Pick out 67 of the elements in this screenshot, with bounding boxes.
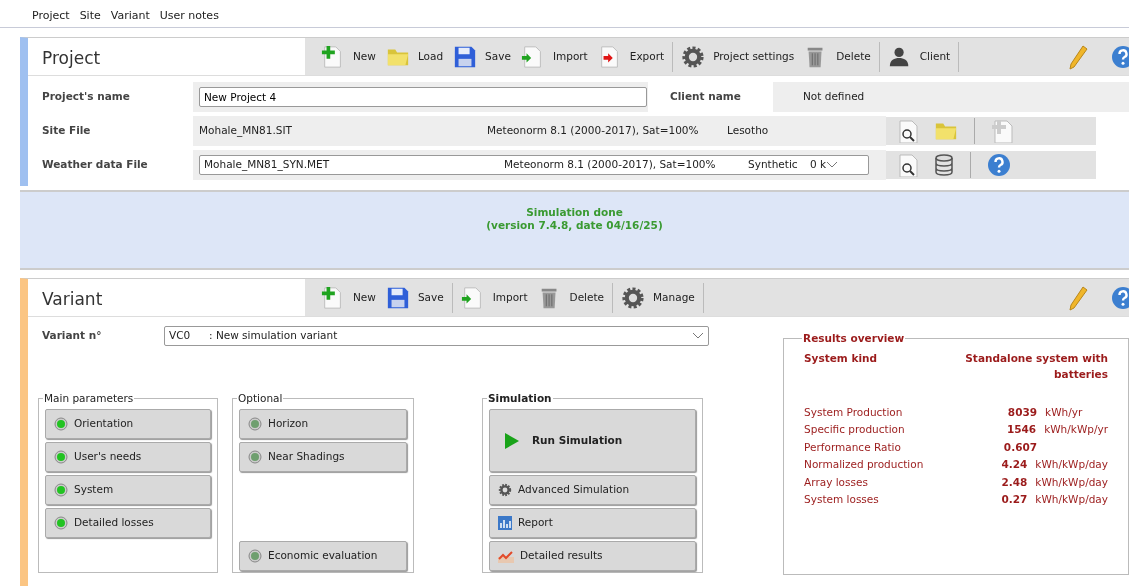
toolbar-button[interactable]: Import [460,285,528,310]
panel-title: Project [41,47,102,70]
result-unit: kWh/kWp/day [1035,474,1108,490]
toolbar-button[interactable]: Load [385,44,444,69]
result-unit: kWh/kWp/yr [1044,422,1108,437]
field-label: Project's name [41,89,131,105]
menu-item[interactable]: Project [32,8,70,27]
variant-dropdown[interactable]: VC0 : New simulation variant [164,326,709,346]
toolbar-button[interactable]: Project settings [681,44,795,69]
result-label: Specific production [804,423,905,435]
toolbar-button[interactable]: Save [385,285,444,310]
parameter-button[interactable]: System [45,475,211,505]
toolbar-button[interactable]: Delete [537,285,605,310]
group-title: Simulation [487,391,553,405]
toolbar-button[interactable]: New [321,285,376,310]
toolbar-button[interactable]: Manage [621,285,695,310]
run-simulation-button[interactable]: Run Simulation [489,409,696,472]
parameter-button[interactable]: Economic evaluation [239,541,407,571]
status-message: (version 7.4.8, date 04/16/25) [485,219,664,232]
simulation-button[interactable]: Detailed results [489,541,696,571]
group-title: Optional [237,391,284,405]
group-title: Results overview [802,331,906,345]
status-message: Simulation done [525,206,624,219]
result-value: Standalone system with batteries [964,351,1108,382]
parameter-button[interactable]: Orientation [45,409,211,439]
result-label: Performance Ratio [804,440,901,453]
result-label: System losses [804,493,879,505]
menu-item[interactable]: Site [79,8,101,27]
result-label: System kind [804,351,878,366]
result-value: 2.48 [1001,475,1028,488]
file-name: Mohale_MN81.SIT [199,123,293,139]
weather-source: Meteonorm 8.1 (2000-2017), Sat=100% [487,123,700,139]
result-value: 4.24 [1001,458,1028,470]
toolbar-button[interactable]: New [321,44,376,69]
toolbar-button[interactable]: Save [453,44,511,69]
result-unit: kWh/kWp/day [1035,457,1108,472]
parameter-button[interactable]: Horizon [239,409,407,439]
result-value: 1546 [1006,423,1037,435]
result-unit: kWh/yr [1045,404,1083,420]
field-label: Client name [669,89,742,105]
parameter-button[interactable]: Near Shadings [239,442,407,472]
menu-item[interactable]: Variant [110,8,150,27]
result-value: 0.27 [1001,493,1028,505]
field-label: Site File [41,123,92,139]
result-label: Normalized production [804,458,924,470]
parameter-button[interactable]: User's needs [45,442,211,472]
result-value: 8039 [1007,405,1038,418]
toolbar-button[interactable]: Delete [804,44,871,69]
simulation-button[interactable]: Advanced Simulation [489,475,696,505]
simulation-button[interactable]: Report [489,508,696,538]
group-title: Main parameters [43,391,135,405]
field-value: Not defined [803,89,865,105]
field-label: Weather data File [41,157,149,173]
text-field[interactable]: New Project 4 [199,87,647,107]
result-value: 0.607 [1003,440,1038,453]
field-label: Variant n° [41,328,103,344]
parameter-button[interactable]: Detailed losses [45,508,211,538]
toolbar-button[interactable]: Import [520,44,588,69]
weather-file-dropdown[interactable]: Mohale_MN81_SYN.MET Meteonorm 8.1 (2000-2017), Sat=100% Synthetic 0 k [199,155,869,175]
result-unit: kWh/kWp/day [1035,492,1108,507]
result-label: Array losses [804,475,868,488]
result-label: System Production [804,405,903,418]
menu-item[interactable]: User notes [159,8,219,27]
toolbar-button[interactable]: Export [597,44,665,69]
panel-title: Variant [41,288,104,311]
toolbar-button[interactable]: Client [887,44,951,69]
country-name: Lesotho [727,123,769,139]
